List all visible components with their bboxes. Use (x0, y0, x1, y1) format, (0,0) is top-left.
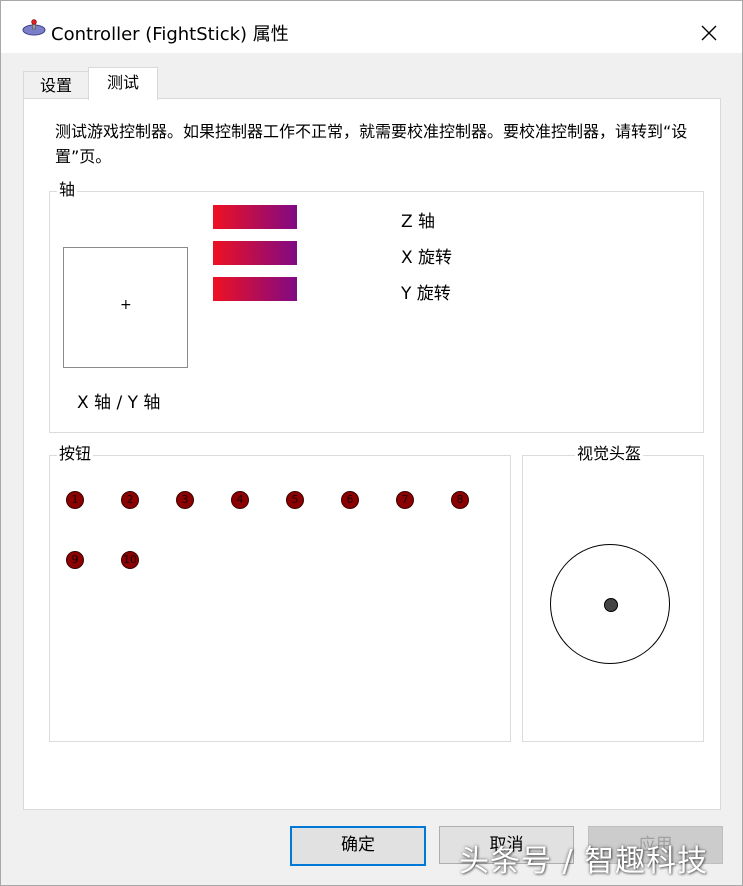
button-indicator-9: 9 (66, 551, 84, 569)
button-indicator-5: 5 (286, 491, 304, 509)
button-indicator-6: 6 (341, 491, 359, 509)
pov-hat-circle (550, 544, 670, 664)
pov-group-label: 视觉头盔 (575, 444, 644, 464)
pov-hat-position (604, 598, 618, 612)
z-axis-bar (213, 205, 297, 229)
axes-group-label: 轴 (57, 180, 78, 200)
properties-dialog: Controller (FightStick) 属性 设置 测试 测试游戏控制器… (0, 0, 743, 886)
title-bar: Controller (FightStick) 属性 (1, 1, 742, 53)
tab-test[interactable]: 测试 (88, 67, 158, 100)
button-indicator-3: 3 (176, 491, 194, 509)
button-indicator-7: 7 (396, 491, 414, 509)
ok-button[interactable]: 确定 (290, 826, 426, 866)
button-indicator-2: 2 (121, 491, 139, 509)
x-rotation-label: X 旋转 (401, 248, 453, 268)
xy-cursor: + (120, 297, 132, 313)
y-rotation-bar (213, 277, 297, 301)
button-indicator-8: 8 (451, 491, 469, 509)
buttons-group-label: 按钮 (57, 444, 94, 464)
buttons-group: 按钮 (49, 444, 511, 742)
xy-axis-label: X 轴 / Y 轴 (77, 393, 161, 413)
tab-settings[interactable]: 设置 (23, 71, 89, 99)
button-indicator-4: 4 (231, 491, 249, 509)
y-rotation-label: Y 旋转 (401, 284, 451, 304)
description-text: 测试游戏控制器。如果控制器工作不正常，就需要校准控制器。要校准控制器，请转到“设… (55, 122, 688, 166)
watermark-text: 头条号 / 智趣科技 (459, 844, 709, 879)
close-button[interactable] (687, 13, 731, 53)
joystick-icon (21, 19, 47, 39)
window-title: Controller (FightStick) 属性 (51, 24, 289, 45)
test-panel: 测试游戏控制器。如果控制器工作不正常，就需要校准控制器。要校准控制器，请转到“设… (23, 98, 721, 810)
close-icon (701, 25, 717, 41)
button-indicator-10: 10 (121, 551, 139, 569)
button-indicator-1: 1 (66, 491, 84, 509)
z-axis-label: Z 轴 (401, 212, 436, 232)
x-rotation-bar (213, 241, 297, 265)
xy-axis-box: + (63, 247, 188, 368)
